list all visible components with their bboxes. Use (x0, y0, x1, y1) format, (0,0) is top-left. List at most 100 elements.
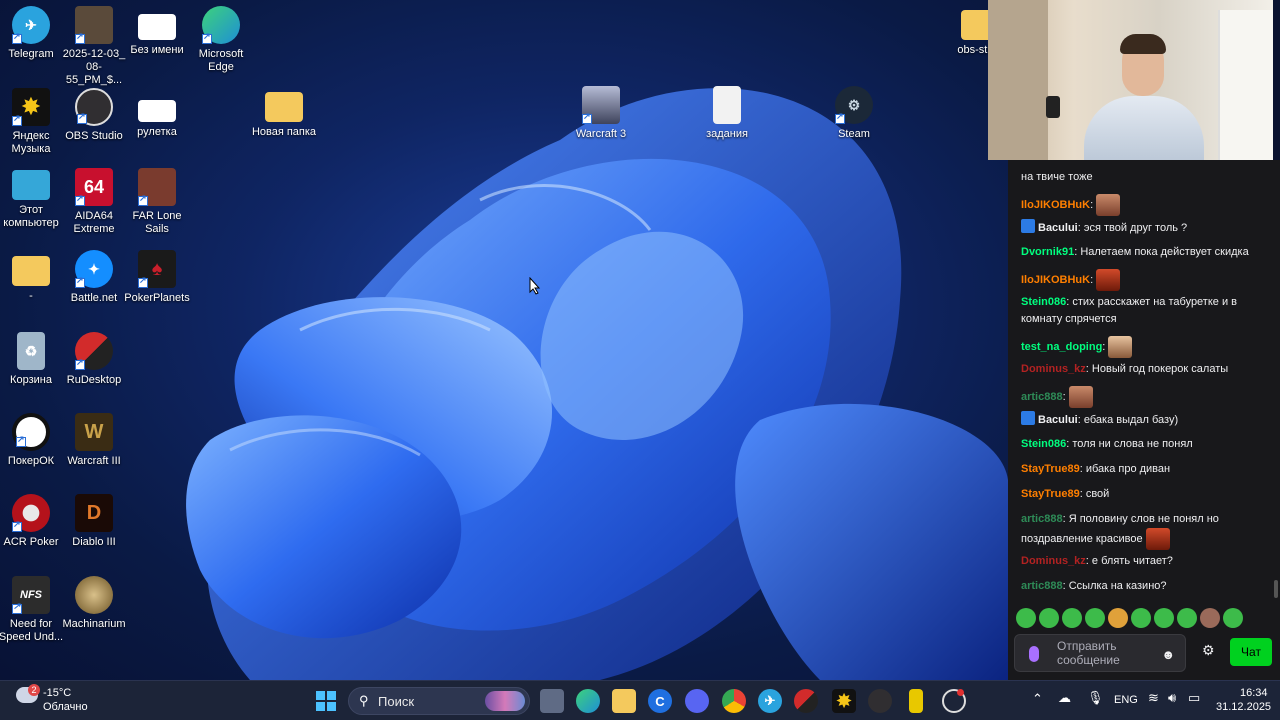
chat-message: IloJIKOBHuK: (1021, 269, 1266, 291)
chat-message-text: Ссылка на казино? (1068, 580, 1167, 592)
start-button[interactable] (314, 689, 338, 713)
desktop-icon-far-lone-sails[interactable]: FAR Lone Sails (122, 168, 192, 236)
chat-username[interactable]: Stein086 (1021, 438, 1066, 450)
taskbar-search-box[interactable]: ⚲ Поиск (348, 687, 530, 715)
volume-icon[interactable]: 🔊︎ (1168, 690, 1176, 706)
chat-username[interactable]: StayTrue89 (1021, 488, 1080, 500)
emote-icon[interactable] (1062, 608, 1082, 628)
desktop-icon-warcraft-iii[interactable]: W Warcraft III (59, 413, 129, 468)
file-explorer-icon[interactable] (612, 689, 636, 713)
desktop-icon-telegram[interactable]: ✈ Telegram (0, 6, 66, 61)
emote-icon[interactable] (1200, 608, 1220, 628)
chat-send-button[interactable]: Чат (1230, 638, 1272, 666)
chat-username[interactable]: artic888 (1021, 513, 1063, 525)
chat-username[interactable]: artic888 (1021, 580, 1063, 592)
chat-username[interactable]: IloJIKOBHuK (1021, 199, 1090, 211)
desktop-icon-label: Корзина (10, 374, 52, 386)
rudesktop-taskbar-icon[interactable] (794, 689, 818, 713)
desktop-icon-ruletka[interactable]: рулетка (122, 88, 192, 139)
steam-icon: ⚙ (835, 86, 873, 124)
desktop-icon-this-pc[interactable]: Этот компьютер (0, 170, 66, 230)
chat-message: artic888: Ссылка на казино? (1021, 580, 1167, 592)
yandex-music-icon: ✸ (12, 88, 50, 126)
chat-username[interactable]: Dominus_kz (1021, 555, 1086, 567)
clock-time[interactable]: 16:34 (1240, 687, 1268, 699)
desktop-icon-battlenet[interactable]: ✦ Battle.net (59, 250, 129, 305)
task-view-icon[interactable] (540, 689, 564, 713)
desktop-icon-pokerok[interactable]: ПокерОК (0, 413, 66, 468)
chat-username[interactable]: Dvornik91 (1021, 246, 1074, 258)
desktop-icon-new-folder[interactable]: Новая папка (249, 88, 319, 139)
chat-settings-gear-icon[interactable]: ⚙ (1202, 642, 1215, 659)
weather-description[interactable]: Облачно (43, 701, 88, 713)
desktop-icon-bez-imeni[interactable]: Без имени (122, 6, 192, 57)
chat-message: artic888: Я половину слов не понял но по… (1021, 511, 1266, 550)
acr-poker-icon (12, 494, 50, 532)
chrome-icon[interactable] (722, 689, 746, 713)
chat-username[interactable]: test_na_doping (1021, 341, 1102, 353)
obs-icon (75, 88, 113, 126)
desktop-icon-warcraft3[interactable]: Warcraft 3 (566, 86, 636, 141)
chat-badge-icon (1021, 219, 1035, 233)
desktop-icon-yandex-music[interactable]: ✸ Яндекс Музыка (0, 88, 66, 156)
onedrive-cloud-icon[interactable]: ☁ (1058, 690, 1071, 706)
desktop-icon-obs[interactable]: OBS Studio (59, 88, 129, 143)
chat-message-text: эся твой друг толь ? (1083, 222, 1188, 234)
desktop-icon-game-capture[interactable]: 2025-12-03_ 08-55_PM_$... (59, 6, 129, 87)
emote-icon[interactable] (1154, 608, 1174, 628)
desktop-icon-steam[interactable]: ⚙ Steam (819, 86, 889, 141)
chat-message-input[interactable]: Отправить сообщение ☻ (1014, 634, 1186, 672)
emote-icon[interactable] (1177, 608, 1197, 628)
desktop-icon-pokerplanets[interactable]: ♠ PokerPlanets (122, 250, 192, 305)
chat-message: Stein086: стих расскажет на табуретке и … (1021, 296, 1238, 325)
yandex-music-taskbar-icon[interactable]: ✸ (832, 689, 856, 713)
emote-icon[interactable] (1085, 608, 1105, 628)
pokerok-icon (12, 413, 50, 451)
desktop-icon-machinarium[interactable]: Machinarium (59, 576, 129, 631)
desktop-icon-label: Steam (838, 128, 870, 140)
emoji-picker-icon[interactable]: ☻ (1161, 647, 1175, 662)
desktop-icon-edge[interactable]: Microsoft Edge (186, 6, 256, 74)
clock-date[interactable]: 31.12.2025 (1216, 701, 1271, 713)
desktop-icon-recycle-bin[interactable]: ♻ Корзина (0, 332, 66, 387)
microphone-tray-icon[interactable]: 🎙︎ (1087, 690, 1104, 706)
tray-overflow-chevron-icon[interactable]: ⌃ (1032, 691, 1043, 707)
chat-username[interactable]: artic888 (1021, 391, 1063, 403)
app-yellow-icon[interactable] (909, 689, 923, 713)
emote-icon[interactable] (1131, 608, 1151, 628)
desktop-icon-dash-folder[interactable]: - (0, 252, 66, 303)
chat-username[interactable]: Stein086 (1021, 296, 1066, 308)
chat-message: Bacului: ебака выдал базу) (1021, 411, 1266, 429)
telegram-taskbar-icon[interactable]: ✈ (758, 689, 782, 713)
edge-taskbar-icon[interactable] (576, 689, 600, 713)
chat-username[interactable]: IloJIKOBHuK (1021, 274, 1090, 286)
microphone-icon[interactable] (1029, 646, 1039, 662)
obs-taskbar-icon[interactable] (868, 689, 892, 713)
chat-message: Bacului: эся твой друг толь ? (1021, 219, 1266, 237)
desktop-icon-rudesktop[interactable]: RuDesktop (59, 332, 129, 387)
desktop-icon-aida64[interactable]: 64 AIDA64 Extreme (59, 168, 129, 236)
chat-username[interactable]: Bacului (1038, 414, 1078, 426)
battery-icon[interactable]: ▭ (1188, 690, 1200, 706)
emote-icon[interactable] (1016, 608, 1036, 628)
desktop-icon-diablo-iii[interactable]: D Diablo III (59, 494, 129, 549)
discord-icon[interactable] (685, 689, 709, 713)
emote-icon[interactable] (1108, 608, 1128, 628)
chat-username[interactable]: Bacului (1038, 222, 1078, 234)
wifi-icon[interactable]: ≋ (1148, 690, 1159, 706)
chat-message-text: свой (1085, 488, 1110, 500)
browser-c-icon[interactable]: C (648, 689, 672, 713)
emote-icon[interactable] (1223, 608, 1243, 628)
chat-username[interactable]: StayTrue89 (1021, 463, 1080, 475)
emote-icon[interactable] (1039, 608, 1059, 628)
desktop-icon-acr-poker[interactable]: ACR Poker (0, 494, 66, 549)
chat-scrollbar[interactable] (1274, 580, 1278, 598)
desktop-icon-zadaniya[interactable]: задания (692, 86, 762, 141)
warcraft-iii-icon: W (75, 413, 113, 451)
chat-message: test_na_doping: (1021, 336, 1266, 358)
desktop-icon-label: Яндекс Музыка (11, 130, 51, 155)
weather-temperature[interactable]: -15°C (43, 687, 71, 699)
language-indicator[interactable]: ENG (1114, 694, 1138, 706)
chat-username[interactable]: Dominus_kz (1021, 363, 1086, 375)
desktop-icon-nfs[interactable]: NFS Need for Speed Und... (0, 576, 66, 644)
